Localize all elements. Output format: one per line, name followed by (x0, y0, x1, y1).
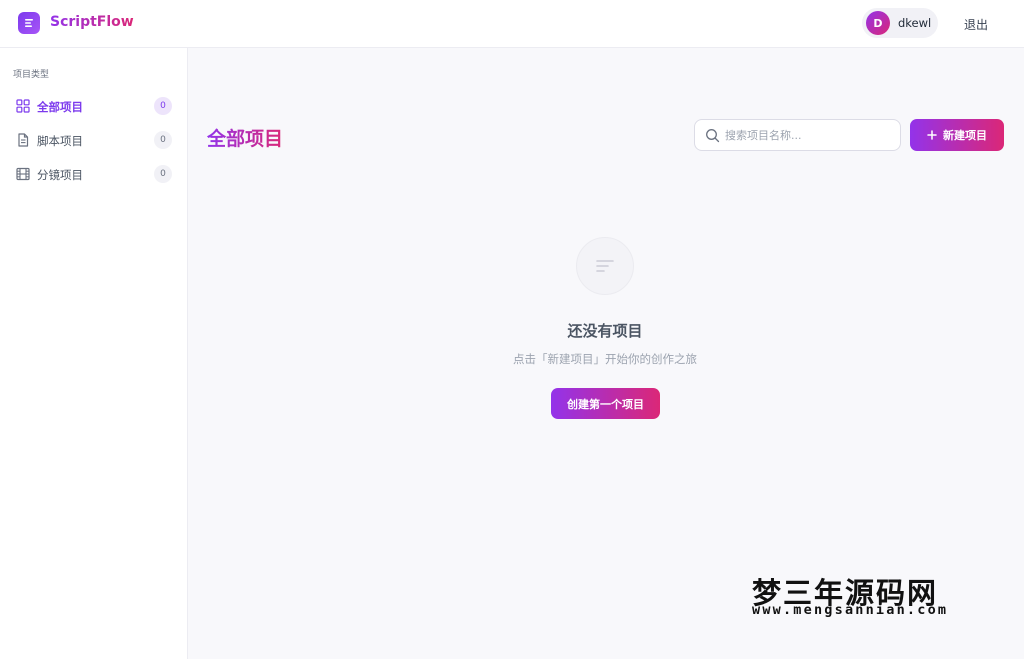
count-badge: 0 (154, 131, 172, 149)
create-first-project-button[interactable]: 创建第一个项目 (551, 388, 660, 419)
search-box[interactable] (694, 119, 901, 151)
avatar: D (866, 11, 890, 35)
logout-button[interactable]: 退出 (964, 16, 988, 33)
document-lines-icon (25, 19, 33, 27)
sidebar-item-label: 脚本项目 (37, 134, 83, 148)
sidebar-item-script-projects[interactable]: 脚本项目 0 (8, 127, 180, 153)
sidebar-item-storyboard-projects[interactable]: 分镜项目 0 (8, 161, 180, 187)
empty-state-subtitle: 点击「新建项目」开始你的创作之旅 (513, 352, 697, 366)
search-icon (706, 129, 720, 143)
watermark-url: www.mengsannian.com (752, 602, 949, 618)
app-name[interactable]: ScriptFlow (50, 14, 134, 30)
plus-icon (927, 130, 937, 140)
count-badge: 0 (154, 97, 172, 115)
grid-icon (16, 99, 30, 113)
sidebar-item-label: 全部项目 (37, 100, 83, 114)
empty-state-title: 还没有项目 (567, 322, 643, 340)
sidebar-section-title: 项目类型 (13, 70, 50, 80)
sort-lines-icon (596, 260, 614, 272)
document-icon (18, 133, 29, 147)
top-header: ScriptFlow D dkewl 退出 (0, 0, 1024, 48)
sidebar: 项目类型 全部项目 0 脚本项目 0 分镜项目 0 (0, 48, 188, 659)
sidebar-item-label: 分镜项目 (37, 168, 83, 182)
search-input[interactable] (725, 125, 893, 145)
new-project-button[interactable]: 新建项目 (910, 119, 1004, 151)
app-logo[interactable] (18, 12, 40, 34)
film-icon (16, 167, 30, 181)
empty-state-icon-wrapper (576, 237, 634, 295)
sidebar-item-all-projects[interactable]: 全部项目 0 (8, 93, 180, 119)
user-menu[interactable]: D dkewl (862, 8, 938, 38)
username: dkewl (898, 16, 932, 30)
count-badge: 0 (154, 165, 172, 183)
new-project-label: 新建项目 (943, 130, 987, 142)
page-title: 全部项目 (207, 124, 283, 151)
